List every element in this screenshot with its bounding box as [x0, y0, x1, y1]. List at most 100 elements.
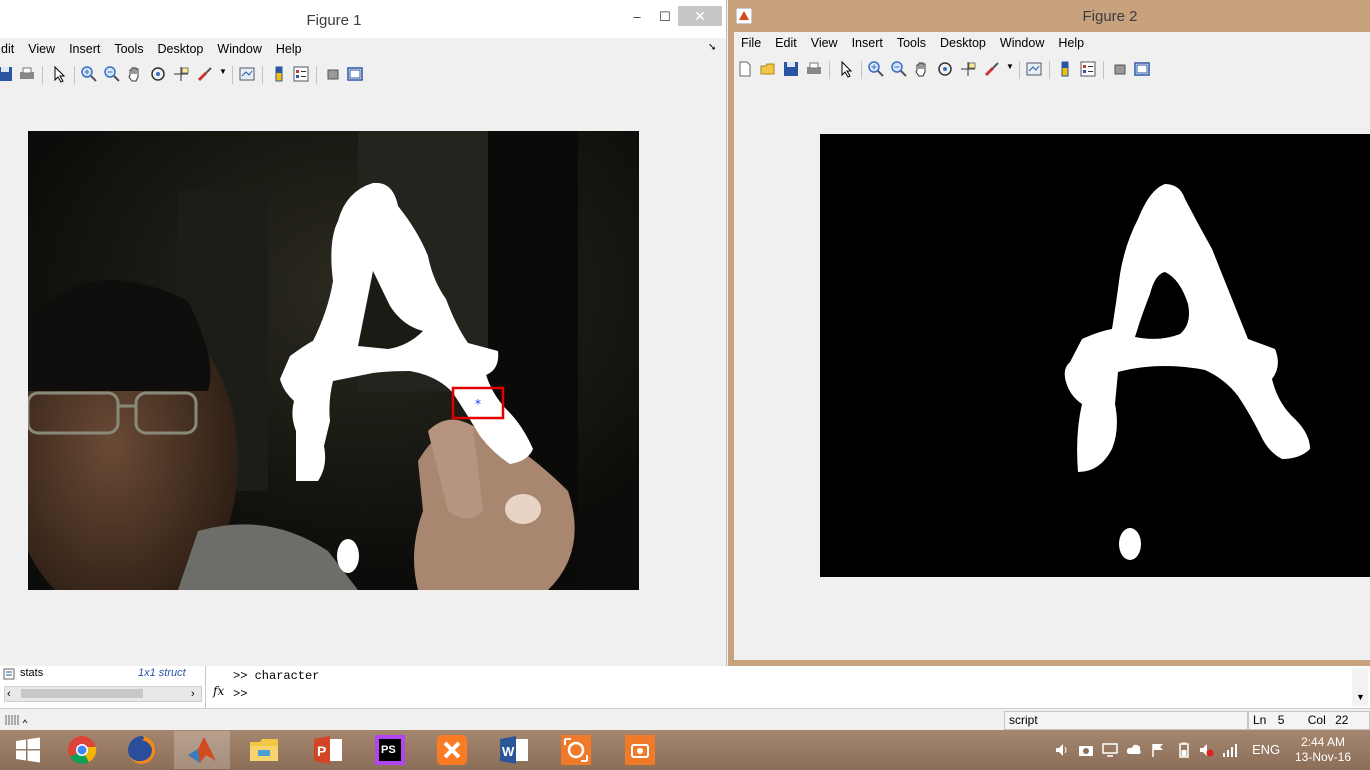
start-button[interactable] [0, 731, 56, 769]
menu-file[interactable]: File [734, 32, 768, 54]
taskbar-word[interactable]: W [486, 731, 542, 769]
new-figure-icon[interactable] [736, 60, 754, 78]
camera-tray-icon[interactable] [1078, 742, 1094, 758]
menu-help[interactable]: Help [269, 38, 309, 60]
clock-time: 2:44 AM [1300, 735, 1346, 749]
taskbar-firefox[interactable] [114, 731, 170, 769]
workspace-var-name[interactable]: stats [20, 667, 43, 679]
taskbar-screenshot-app[interactable] [612, 731, 668, 769]
taskbar-matlab[interactable] [174, 731, 230, 769]
brush-icon[interactable] [196, 65, 214, 83]
workspace-hscrollbar[interactable]: ‹ › [4, 686, 202, 702]
menu-window[interactable]: Window [210, 38, 268, 60]
clock-date: 13-Nov-16 [1294, 750, 1352, 764]
brush-dropdown-icon[interactable]: ▼ [1006, 62, 1014, 71]
pointer-icon[interactable] [50, 65, 68, 83]
brush-dropdown-icon[interactable]: ▼ [219, 67, 227, 76]
show-plot-tools-icon[interactable] [346, 65, 364, 83]
zoom-in-icon[interactable] [867, 60, 885, 78]
menu-edit[interactable]: Edit [768, 32, 804, 54]
command-prompt[interactable]: >> [233, 687, 247, 701]
print-icon[interactable] [18, 65, 36, 83]
menu-view[interactable]: View [804, 32, 845, 54]
figure-2-menubar: File Edit View Insert Tools Desktop Window Help [734, 32, 1370, 54]
figure-1-titlebar[interactable]: Figure 1 – ☐ ✕ [0, 0, 726, 38]
taskbar-powerpoint[interactable]: P [300, 731, 356, 769]
show-plot-tools-icon[interactable] [1133, 60, 1151, 78]
taskbar-phpstorm[interactable]: PS [362, 731, 418, 769]
hide-plot-tools-icon[interactable] [1111, 60, 1129, 78]
menu-insert[interactable]: Insert [62, 38, 107, 60]
zoom-out-icon[interactable] [103, 65, 121, 83]
layout-toggle-icon[interactable] [4, 712, 30, 728]
function-browser-icon[interactable]: fx [213, 684, 224, 698]
menu-view[interactable]: View [21, 38, 62, 60]
network-signal-icon[interactable] [1222, 742, 1238, 758]
screenshot-app-icon [625, 735, 655, 765]
open-file-icon[interactable] [759, 60, 777, 78]
pan-icon[interactable] [126, 65, 144, 83]
data-cursor-icon[interactable] [959, 60, 977, 78]
link-plot-icon[interactable] [1025, 60, 1043, 78]
colorbar-icon[interactable] [270, 65, 288, 83]
menu-edit[interactable]: dit [0, 38, 21, 60]
maximize-button[interactable]: ☐ [650, 6, 680, 28]
menu-desktop[interactable]: Desktop [151, 38, 211, 60]
data-cursor-icon[interactable] [172, 65, 190, 83]
menu-insert[interactable]: Insert [845, 32, 890, 54]
figure-1-toolbar: ▼ [0, 61, 726, 89]
webcam-image-content: * [28, 131, 639, 590]
print-icon[interactable] [805, 60, 823, 78]
scroll-left-icon[interactable]: ‹ [7, 687, 11, 701]
system-clock[interactable]: 2:44 AM 13-Nov-16 [1288, 735, 1358, 765]
menu-tools[interactable]: Tools [890, 32, 933, 54]
menu-help[interactable]: Help [1051, 32, 1091, 54]
cloud-icon[interactable] [1126, 742, 1142, 758]
language-indicator[interactable]: ENG [1252, 742, 1280, 757]
scrollbar-thumb[interactable] [21, 689, 143, 698]
link-plot-icon[interactable] [238, 65, 256, 83]
pan-icon[interactable] [913, 60, 931, 78]
figure-1-window: Figure 1 – ☐ ✕ dit View Insert Tools Desktop… [0, 0, 727, 666]
close-button[interactable]: ✕ [678, 6, 722, 26]
brush-icon[interactable] [983, 60, 1001, 78]
scroll-down-icon[interactable]: ▼ [1356, 692, 1365, 702]
matlab-icon [188, 737, 216, 763]
windows-logo-icon [16, 737, 40, 763]
menu-window[interactable]: Window [993, 32, 1051, 54]
chrome-icon [68, 736, 97, 764]
status-script-field: script [1004, 711, 1248, 730]
workspace-panel: stats 1x1 struct ‹ › [0, 666, 206, 708]
colorbar-icon[interactable] [1056, 60, 1074, 78]
legend-icon[interactable] [292, 65, 310, 83]
command-vscrollbar[interactable]: ▼ [1352, 668, 1368, 706]
save-icon[interactable] [0, 65, 14, 83]
zoom-out-icon[interactable] [890, 60, 908, 78]
legend-icon[interactable] [1079, 60, 1097, 78]
taskbar-chrome[interactable] [54, 731, 110, 769]
mute-icon[interactable] [1198, 742, 1214, 758]
pointer-icon[interactable] [837, 60, 855, 78]
hide-plot-tools-icon[interactable] [324, 65, 342, 83]
status-bar: script Ln 5 Col 22 [0, 708, 1370, 731]
dock-arrow-icon[interactable]: ➘ [708, 42, 716, 53]
display-icon[interactable] [1102, 742, 1118, 758]
rotate-3d-icon[interactable] [936, 60, 954, 78]
taskbar-file-explorer[interactable] [236, 731, 292, 769]
taskbar-camera-app[interactable] [548, 731, 604, 769]
save-icon[interactable] [782, 60, 800, 78]
workspace-var-value: 1x1 struct [138, 667, 186, 679]
matlab-command-area: stats 1x1 struct ‹ › fx >> character >> … [0, 666, 1370, 708]
battery-icon[interactable] [1176, 742, 1192, 758]
action-center-flag-icon[interactable] [1150, 742, 1166, 758]
phpstorm-icon: PS [375, 735, 405, 765]
scroll-right-icon[interactable]: › [191, 687, 195, 701]
menu-desktop[interactable]: Desktop [933, 32, 993, 54]
figure-2-titlebar[interactable]: Figure 2 [728, 0, 1370, 32]
zoom-in-icon[interactable] [80, 65, 98, 83]
volume-icon[interactable] [1054, 742, 1070, 758]
minimize-button[interactable]: – [622, 6, 652, 28]
menu-tools[interactable]: Tools [107, 38, 150, 60]
taskbar-xampp[interactable] [424, 731, 480, 769]
rotate-3d-icon[interactable] [149, 65, 167, 83]
